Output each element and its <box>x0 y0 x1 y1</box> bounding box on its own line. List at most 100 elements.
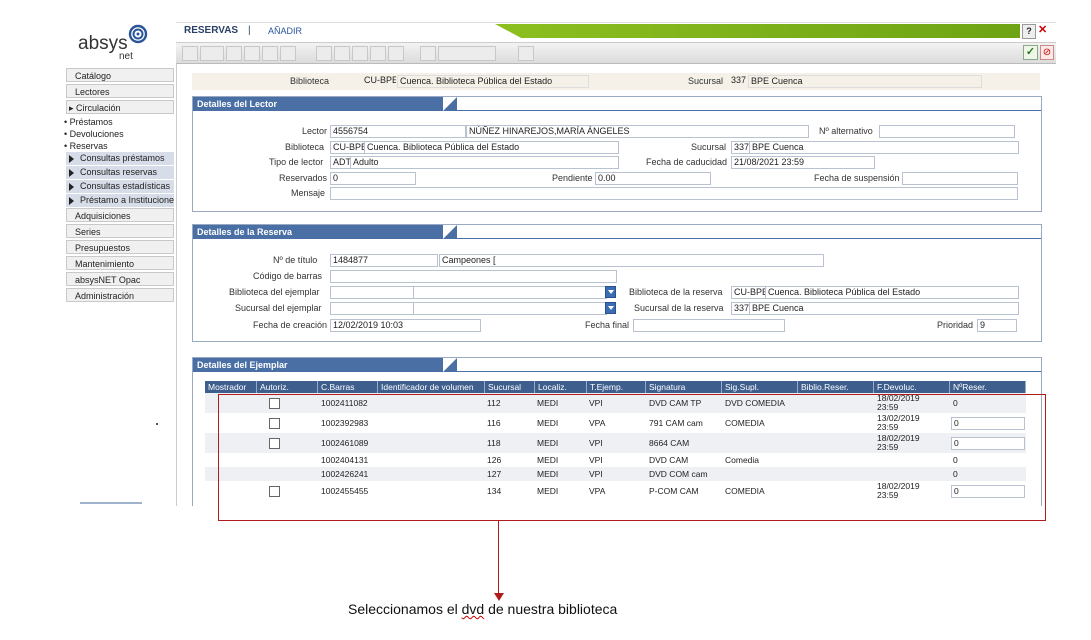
prioridad-label: Prioridad <box>937 320 974 330</box>
lector-id-field[interactable]: 4556754 <box>330 125 466 138</box>
pendiente-field: 0.00 <box>595 172 711 185</box>
logo-swirl-icon <box>128 24 148 44</box>
caducidad-label: Fecha de caducidad <box>646 157 728 167</box>
suspension-field <box>902 172 1018 185</box>
prioridad-field[interactable]: 9 <box>977 319 1017 332</box>
sidebar-sub-consultas-prestamos[interactable]: Consultas préstamos <box>66 152 174 165</box>
bib-reserva-name: Cuenca. Biblioteca Pública del Estado <box>765 286 1019 299</box>
col-header[interactable]: Signatura <box>646 381 722 393</box>
list-icon[interactable] <box>388 46 404 61</box>
lector-label: Lector <box>302 126 328 136</box>
titulo-label: Nº de título <box>273 255 318 265</box>
col-header[interactable]: Sucursal <box>485 381 535 393</box>
add-link[interactable]: AÑADIR <box>268 26 302 36</box>
bib-ejemplar-code[interactable] <box>330 286 414 299</box>
print-icon[interactable] <box>244 46 260 61</box>
triangle-right-icon <box>69 155 74 163</box>
lector-section-title: Detalles del Lector <box>193 97 443 111</box>
lector-sucursal-label: Sucursal <box>691 142 727 152</box>
col-header[interactable]: Localiz. <box>535 381 587 393</box>
highlight-box <box>218 394 1046 521</box>
sidebar-sub-devoluciones[interactable]: • Devoluciones <box>64 128 124 140</box>
header-rule <box>176 22 1056 23</box>
bib-ejemplar-select[interactable] <box>413 286 607 299</box>
biblioteca-code: CU-BPE <box>362 75 396 86</box>
col-header[interactable]: F.Devoluc. <box>874 381 950 393</box>
first-icon[interactable] <box>316 46 332 61</box>
sidebar-sub-label: Préstamos <box>69 117 113 127</box>
alt-label: Nº alternativo <box>819 126 873 136</box>
lector-sucursal-name: BPE Cuenca <box>749 141 1019 154</box>
col-header[interactable]: Autoriz. <box>257 381 318 393</box>
search-field-icon[interactable] <box>438 46 496 61</box>
menu-icon[interactable] <box>182 46 198 61</box>
col-header[interactable]: NºReser. <box>950 381 1026 393</box>
logo-suffix: net <box>119 51 133 62</box>
tipo-name: Adulto <box>350 156 619 169</box>
suc-ejemplar-select[interactable] <box>413 302 607 315</box>
col-header[interactable]: Sig.Supl. <box>722 381 798 393</box>
chevron-down-icon[interactable] <box>605 286 616 298</box>
annotation-caption: Seleccionamos el dvd de nuestra bibliote… <box>348 601 617 617</box>
sidebar-item-mantenimiento[interactable]: Mantenimiento <box>66 256 174 270</box>
sidebar-item-catalogo[interactable]: Catálogo <box>66 68 174 82</box>
col-header[interactable]: C.Barras <box>318 381 378 393</box>
save-icon[interactable] <box>226 46 242 61</box>
sidebar-sub-consultas-estadisticas[interactable]: Consultas estadísticas <box>66 180 174 193</box>
sidebar-item-administracion[interactable]: Administración <box>66 288 174 302</box>
header-band <box>495 24 1020 38</box>
final-field[interactable] <box>633 319 785 332</box>
prev-icon[interactable] <box>334 46 350 61</box>
sucursal-code: 337 <box>729 75 747 86</box>
suc-ejemplar-code[interactable] <box>330 302 414 315</box>
toolbar <box>176 42 1056 64</box>
titulo-id-field[interactable]: 1484877 <box>330 254 438 267</box>
col-header[interactable]: Biblio.Reser. <box>798 381 874 393</box>
sidebar-item-adquisiciones[interactable]: Adquisiciones <box>66 208 174 222</box>
next-icon[interactable] <box>352 46 368 61</box>
mensaje-field[interactable] <box>330 187 1018 200</box>
col-header[interactable]: T.Ejemp. <box>587 381 646 393</box>
col-header[interactable]: Mostrador <box>205 381 257 393</box>
lock-icon[interactable] <box>420 46 436 61</box>
sidebar-sub-prestamos[interactable]: • Préstamos <box>64 116 113 128</box>
sidebar-item-label: Circulación <box>76 103 121 113</box>
sidebar-item-presupuestos[interactable]: Presupuestos <box>66 240 174 254</box>
close-icon[interactable]: ✕ <box>1038 24 1050 37</box>
accept-icon[interactable]: ✓ <box>1023 45 1038 60</box>
sidebar-item-series[interactable]: Series <box>66 224 174 238</box>
caducidad-field: 21/08/2021 23:59 <box>731 156 875 169</box>
pendiente-label: Pendiente <box>552 173 593 183</box>
sidebar-sub-prestamo-instituciones[interactable]: Préstamo a Instituciones <box>66 194 174 207</box>
last-icon[interactable] <box>370 46 386 61</box>
refresh-icon[interactable] <box>518 46 534 61</box>
mensaje-label: Mensaje <box>291 188 326 198</box>
lector-biblioteca-code: CU-BPE <box>330 141 365 154</box>
bib-reserva-code: CU-BPE <box>731 286 766 299</box>
chevron-down-icon[interactable] <box>605 302 616 314</box>
alt-field[interactable] <box>879 125 1015 138</box>
help-button[interactable]: ? <box>1022 24 1036 39</box>
creacion-label: Fecha de creación <box>253 320 328 330</box>
caption-text: de nuestra biblioteca <box>484 601 618 617</box>
suc-reserva-label: Sucursal de la reserva <box>634 303 724 313</box>
ejemplar-section-title: Detalles del Ejemplar <box>193 358 443 372</box>
col-header[interactable]: Identificador de volumen <box>378 381 485 393</box>
lector-sucursal-code: 337 <box>731 141 750 154</box>
annotation-line <box>498 520 499 595</box>
trash-icon[interactable] <box>280 46 296 61</box>
cancel-icon[interactable]: ⊘ <box>1040 45 1054 60</box>
sidebar-item-opac[interactable]: absysNET Opac <box>66 272 174 286</box>
sidebar-sub-label: Consultas estadísticas <box>80 181 171 191</box>
sidebar-sub-consultas-reservas[interactable]: Consultas reservas <box>66 166 174 179</box>
new-icon[interactable] <box>200 46 224 61</box>
delete-icon[interactable] <box>262 46 278 61</box>
library-strip: Biblioteca CU-BPE Cuenca. Biblioteca Púb… <box>192 73 1040 90</box>
sidebar-sub-label: Consultas reservas <box>80 167 158 177</box>
sidebar-item-lectores[interactable]: Lectores <box>66 84 174 98</box>
sidebar-item-circulacion[interactable]: ▸ Circulación <box>66 100 174 114</box>
barras-field[interactable] <box>330 270 617 283</box>
bib-ejemplar-label: Biblioteca del ejemplar <box>229 287 320 297</box>
sidebar-sub-reservas[interactable]: • Reservas <box>64 140 108 152</box>
section-tab-tail <box>443 97 457 111</box>
